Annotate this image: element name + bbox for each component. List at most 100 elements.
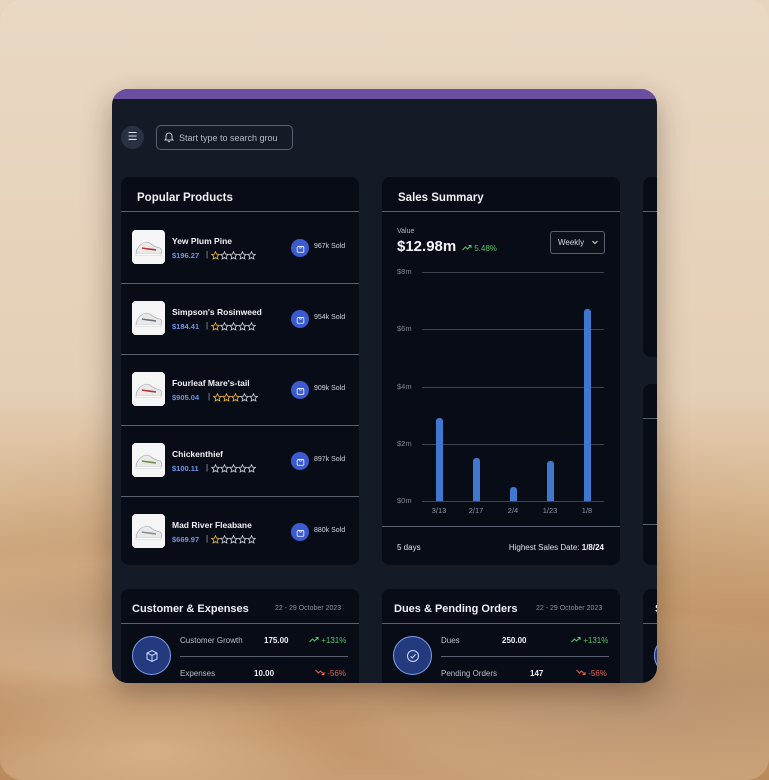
check-circle-icon [406,649,419,662]
card-title: Customer & Expenses [132,603,249,615]
change-value: +131% [321,636,347,645]
bar[interactable] [435,417,443,501]
sold-badge [291,381,309,399]
trend-up-icon [309,637,319,643]
separator: | [206,321,209,330]
sold-count: 897k Sold [314,456,346,463]
y-tick-label: $2m [397,438,412,448]
metric-value: 250.00 [502,636,527,645]
star-icon [213,393,222,402]
popular-products-card: Popular Products Yew Plum Pine $196.27 | 96… [121,177,359,565]
metric-change: -56% [315,669,346,678]
trend-down-icon [576,669,586,675]
sales-summary-card: Sales Summary Value $12.98m 5.48% Weekly… [382,177,620,565]
bar[interactable] [546,460,554,501]
shopping-bag-icon [296,529,304,537]
star-icon [229,464,238,473]
product-row[interactable]: Simpson's Rosinweed $184.41 | 954k Sold [121,283,359,353]
search-input[interactable] [179,132,283,143]
separator: | [206,463,209,472]
product-thumbnail [132,443,165,477]
grid-line [422,272,604,273]
product-row[interactable]: Chickenthief $100.11 | 897k Sold [121,425,359,495]
customer-icon-badge [132,636,171,675]
product-name: Mad River Fleabane [172,520,252,530]
star-icon [211,535,220,544]
divider [382,526,620,527]
star-icon [220,251,229,260]
metric-value: 10.00 [254,669,275,678]
rating-stars [211,322,256,331]
bar[interactable] [472,458,480,501]
sold-count: 967k Sold [314,243,346,250]
highest-sales-value: 1/8/24 [581,543,604,552]
sold-count: 954k Sold [314,314,346,321]
product-name: Yew Plum Pine [172,236,232,246]
star-icon [247,251,256,260]
metric-label: Pending Orders [441,669,498,678]
product-name: Fourleaf Mare's-tail [172,378,250,388]
grid-line [422,386,604,388]
bar[interactable] [509,486,517,501]
star-icon [229,251,238,260]
star-icon [247,322,256,331]
trend-down-icon [315,669,325,675]
metric-label: Customer Growth [180,636,243,645]
third-summary-card: S [643,589,657,683]
product-price: $184.41 [172,322,200,331]
dues-icon-badge [393,636,432,675]
star-icon [240,393,249,402]
separator: | [206,534,209,543]
metric-change: -56% [576,669,607,678]
y-tick-label: $0m [397,496,412,505]
y-tick-label: $6m [397,324,412,334]
dashboard-window: ☰ Popular Products Yew Plum Pine $196.27 |… [112,89,657,683]
dues-pending-card: Dues & Pending Orders 22 - 29 October 20… [382,589,620,683]
divider [180,656,348,657]
search-box[interactable] [156,125,293,150]
box-icon [146,649,157,662]
card-title: Popular Products [137,192,233,204]
customer-expenses-card: Customer & Expenses 22 - 29 October 2023… [121,589,359,683]
metric-value: 147 [530,669,544,678]
divider [382,623,620,624]
change-value: -56% [588,669,607,678]
rating-stars [211,535,256,544]
sneaker-image [132,514,165,548]
rating-stars [211,464,256,473]
metric-change: +131% [571,636,608,645]
divider [121,623,359,624]
trend-up-icon [571,637,581,643]
star-icon [220,322,229,331]
sold-badge [291,452,309,470]
star-icon [249,393,258,402]
star-icon [220,535,229,544]
side-card-middle [643,384,657,565]
star-icon [247,535,256,544]
sneaker-image [132,372,165,406]
grid-line [422,501,604,502]
x-tick-label: 2/4 [507,506,519,515]
star-icon [247,464,256,473]
product-thumbnail [132,230,165,264]
period-days: 5 days [397,543,421,552]
rating-stars [213,393,258,402]
card-title-initial: S [655,603,657,615]
sold-badge [291,239,309,257]
product-row[interactable]: Yew Plum Pine $196.27 | 967k Sold [121,212,359,282]
x-tick-label: 3/13 [431,506,447,515]
metric-change: +131% [309,636,346,645]
product-thumbnail [132,514,165,548]
star-icon [229,535,238,544]
separator: | [208,392,211,401]
product-row[interactable]: Fourleaf Mare's-tail $905.04 | 909k Sold [121,354,359,424]
divider [643,418,657,419]
bar[interactable] [583,309,591,501]
metric-value: 175.00 [264,636,289,645]
y-tick-label: $4m [397,381,412,391]
product-row[interactable]: Mad River Fleabane $669.97 | 880k Sold [121,496,359,565]
sneaker-image [132,230,165,264]
menu-button[interactable]: ☰ [121,126,144,149]
shopping-bag-icon [296,458,304,466]
product-thumbnail [132,301,165,335]
